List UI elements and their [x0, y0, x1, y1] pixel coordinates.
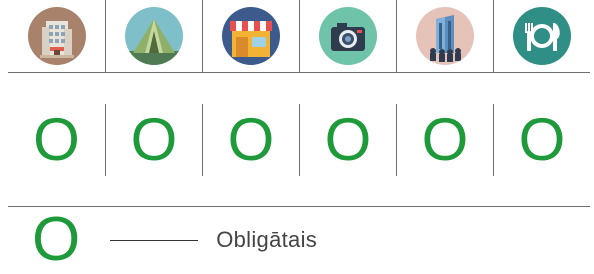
category-hotel: [8, 0, 105, 72]
legend-label: Obligātais: [216, 227, 318, 252]
camera-icon: [319, 7, 377, 65]
mark-cell: O: [396, 104, 493, 176]
legend: O Obligātais: [32, 205, 452, 274]
obligatory-mark: O: [33, 106, 80, 173]
hotel-building-icon: [27, 7, 86, 65]
obligatory-mark: O: [421, 106, 469, 173]
mark-cell: O: [202, 104, 299, 176]
obligatory-mark: O: [324, 106, 372, 173]
header-divider: [8, 72, 590, 73]
obligatory-mark: O: [130, 106, 178, 173]
category-photo: [299, 0, 396, 72]
obligatory-mark: O: [518, 106, 566, 173]
legend-connector-line: [110, 239, 199, 241]
shop-storefront-icon: [222, 7, 280, 65]
category-icon-row: [8, 0, 590, 72]
legend-divider: [8, 206, 590, 207]
obligatory-mark: O: [227, 106, 275, 173]
category-shop: [202, 0, 299, 72]
category-dining: [493, 0, 590, 72]
requirement-marks-row: O O O O O O: [8, 104, 590, 176]
dining-plate-cutlery-icon: [513, 7, 571, 65]
mark-cell: O: [299, 104, 396, 176]
mark-cell: O: [8, 104, 105, 176]
category-camping: [105, 0, 202, 72]
mark-cell: O: [105, 104, 202, 176]
tent-icon: [125, 7, 183, 65]
office-tower-people-icon: [416, 7, 474, 65]
category-business: [396, 0, 493, 72]
mark-cell: O: [493, 104, 590, 176]
legend-symbol: O: [32, 205, 81, 274]
